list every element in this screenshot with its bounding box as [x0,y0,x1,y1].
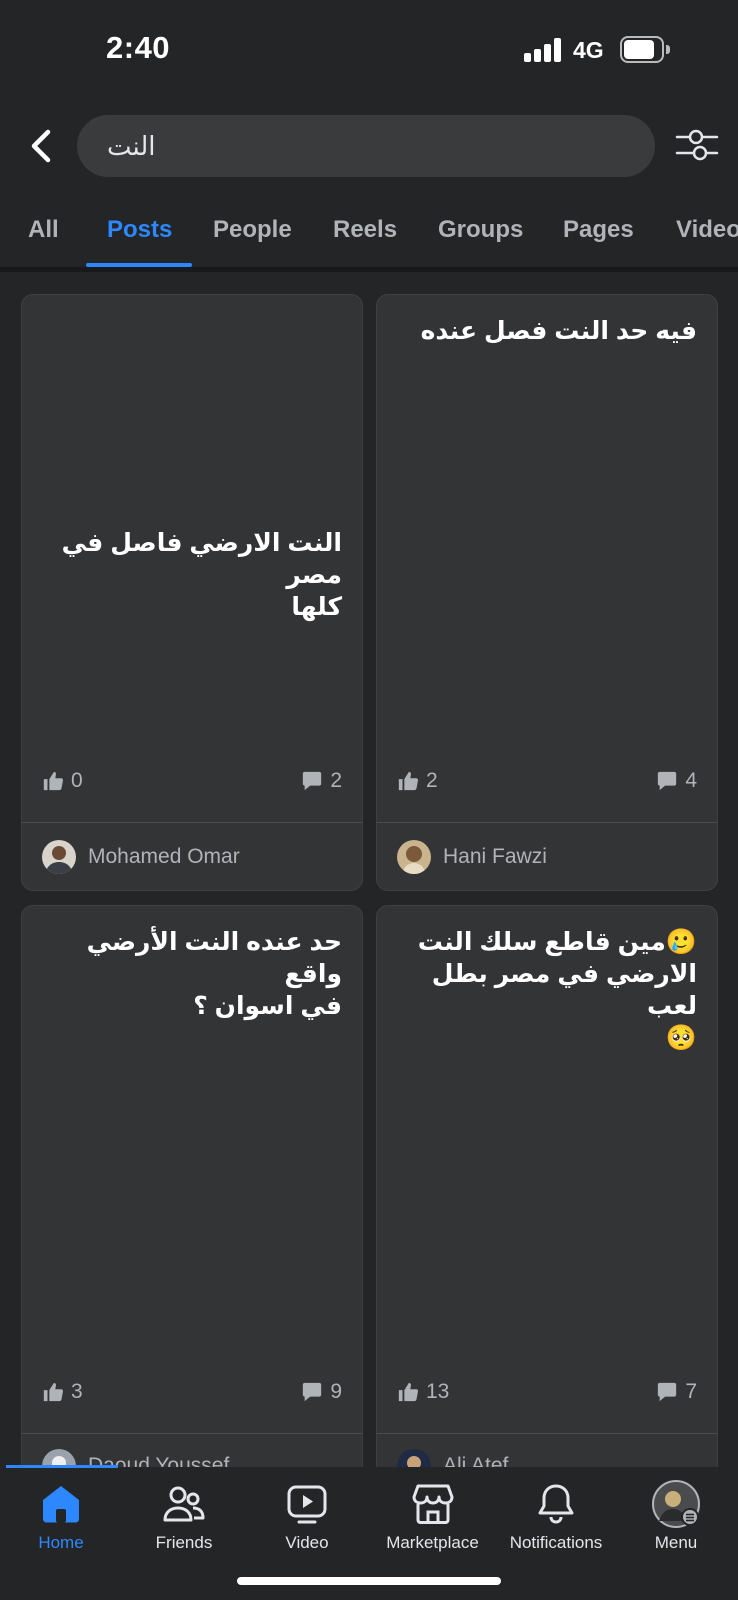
comment-count: 9 [301,1380,342,1404]
nav-label: Home [38,1533,84,1552]
search-input[interactable]: النت [77,115,655,177]
cellular-signal-icon [524,38,564,62]
tab-all[interactable]: All [28,216,59,244]
post-author[interactable]: Hani Fawzi [397,840,547,874]
comment-count-value: 2 [330,769,342,792]
like-count-value: 2 [426,769,438,792]
avatar [397,840,431,874]
like-count: 13 [397,1380,449,1404]
battery-icon [620,36,670,63]
post-card[interactable]: 🥲مين قاطع سلك النت الارضي في مصر بطل لعب… [376,905,718,1505]
avatar [42,840,76,874]
like-count-value: 13 [426,1380,450,1403]
chevron-left-icon [31,129,51,163]
post-author[interactable]: Mohamed Omar [42,840,240,874]
tabs-divider [0,267,738,272]
comment-icon [303,1382,322,1402]
comment-count-value: 9 [330,1380,342,1403]
card-divider [22,822,362,823]
bell-icon [538,1484,574,1524]
nav-label: Notifications [509,1533,603,1552]
post-card[interactable]: فيه حد النت فصل عنده 2 4 Hani Fawzi [376,294,718,891]
post-text: فيه حد النت فصل عنده [420,317,697,345]
tab-posts[interactable]: Posts [107,216,172,244]
like-count-value: 0 [71,769,83,792]
thumbs-up-icon [43,771,64,791]
like-count-value: 3 [71,1380,83,1403]
tab-video[interactable]: Video [676,216,738,244]
tab-reels[interactable]: Reels [333,216,397,244]
loading-progress-bar [6,1465,118,1468]
filter-sliders-icon [675,129,719,161]
like-count: 2 [397,769,438,793]
marketplace-icon [412,1484,453,1524]
back-button[interactable] [24,126,60,166]
nav-label: Menu [654,1533,698,1552]
like-count: 3 [42,1380,83,1404]
home-indicator[interactable] [237,1577,501,1585]
network-type: 4G [573,37,604,63]
nav-video[interactable]: Video [252,1479,362,1553]
post-text: النت الارضي فاصل في مصر كلها [61,529,342,621]
home-icon [43,1486,79,1523]
nav-menu[interactable]: Menu [621,1479,731,1553]
card-divider [377,1433,717,1434]
status-bar: 2:40 4G [0,0,738,100]
friends-icon [163,1486,205,1522]
search-query: النت [107,130,156,161]
comment-icon [658,1382,677,1402]
nav-label: Video [285,1533,329,1552]
post-text: حد عنده النت الأرضي واقع في اسوان ؟ [86,928,342,1020]
nav-home[interactable]: Home [6,1479,116,1553]
status-time: 2:40 [106,30,171,65]
avatar-menu-icon [652,1480,700,1528]
nav-marketplace[interactable]: Marketplace [375,1479,490,1553]
nav-label: Marketplace [386,1533,479,1552]
nav-notifications[interactable]: Notifications [497,1479,615,1553]
comment-count-value: 7 [685,1380,697,1403]
video-icon [287,1485,327,1524]
like-count: 0 [42,769,83,793]
comment-icon [658,771,677,791]
tab-people[interactable]: People [213,216,292,244]
nav-label: Friends [155,1533,213,1552]
post-card[interactable]: النت الارضي فاصل في مصر كلها 0 2 Mohamed… [21,294,363,891]
comment-count: 7 [656,1380,697,1404]
post-text: 🥲مين قاطع سلك النت الارضي في مصر بطل لعب… [417,928,697,1052]
search-tabs: All Posts People Reels Groups Pages Vide… [0,205,738,267]
thumbs-up-icon [43,1382,64,1402]
tab-pages[interactable]: Pages [563,216,634,244]
author-name: Hani Fawzi [443,845,547,868]
card-divider [377,822,717,823]
post-card[interactable]: حد عنده النت الأرضي واقع في اسوان ؟ 3 9 … [21,905,363,1505]
comment-count: 4 [656,769,697,793]
comment-count-value: 4 [685,769,697,792]
nav-friends[interactable]: Friends [129,1479,239,1553]
tab-groups[interactable]: Groups [438,216,523,244]
author-name: Mohamed Omar [88,845,240,868]
thumbs-up-icon [398,771,419,791]
comment-icon [303,771,322,791]
filter-button[interactable] [675,128,719,162]
thumbs-up-icon [398,1382,419,1402]
comment-count: 2 [301,769,342,793]
card-divider [22,1433,362,1434]
